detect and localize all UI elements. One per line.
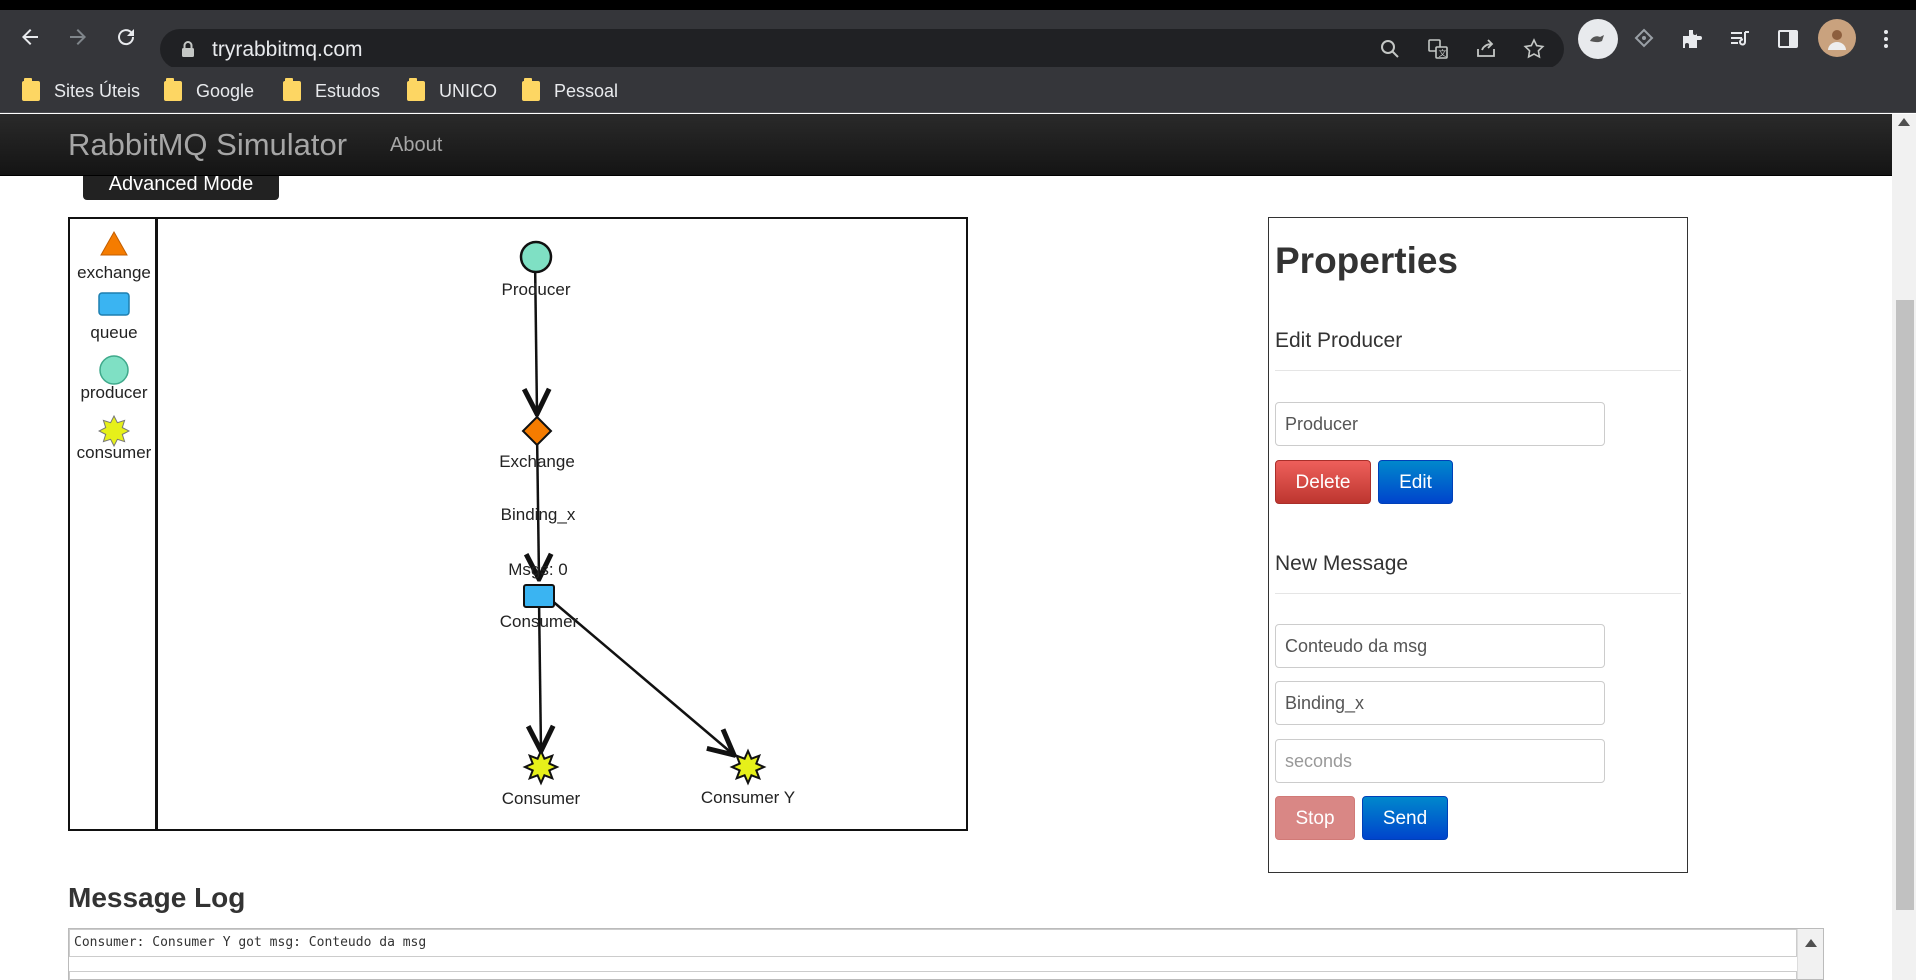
about-link[interactable]: About	[390, 134, 442, 157]
profile-icon[interactable]	[1818, 19, 1856, 57]
stop-button[interactable]: Stop	[1275, 796, 1355, 840]
share-icon[interactable]	[1474, 37, 1498, 61]
seconds-field[interactable]: seconds	[1275, 739, 1605, 783]
simulator-canvas[interactable]: exchange queue producer consumer Produce…	[68, 217, 968, 831]
log-scrollbar[interactable]	[1797, 929, 1823, 979]
properties-panel: Properties Edit Producer Producer Delete…	[1268, 217, 1688, 873]
search-icon[interactable]	[1378, 37, 1402, 61]
menu-icon[interactable]	[1868, 21, 1904, 57]
producer-name-field[interactable]: Producer	[1275, 402, 1605, 446]
message-log[interactable]: Consumer: Consumer Y got msg: Conteudo d…	[68, 928, 1824, 980]
bookmark-sites-uteis[interactable]: Sites Úteis	[22, 76, 140, 106]
producer-node-label: Producer	[502, 280, 571, 299]
back-icon[interactable]	[12, 19, 48, 55]
scroll-up-arrow-icon[interactable]	[1898, 118, 1910, 126]
exchange-node[interactable]	[521, 415, 553, 447]
svg-text:文: 文	[1439, 48, 1447, 58]
new-message-heading: New Message	[1275, 552, 1409, 575]
consumer-node-label: Consumer	[502, 789, 581, 808]
queue-node-label: Consumer	[500, 612, 579, 631]
exchange-node-label: Exchange	[499, 452, 575, 471]
queue-msgs-label: Msgs: 0	[508, 560, 568, 579]
translate-icon[interactable]: 文	[1426, 37, 1450, 61]
sidepanel-icon[interactable]	[1770, 21, 1806, 57]
lock-icon[interactable]	[180, 40, 196, 58]
producer-node[interactable]	[519, 240, 553, 274]
bookmark-pessoal[interactable]: Pessoal	[522, 76, 618, 106]
puzzle-icon[interactable]	[1674, 21, 1710, 57]
folder-icon	[164, 78, 182, 101]
scrollbar-thumb[interactable]	[1896, 300, 1914, 910]
address-bar[interactable]: tryrabbitmq.com 文	[160, 29, 1564, 69]
window-top-bar	[0, 0, 1916, 10]
bookmark-unico[interactable]: UNICO	[407, 76, 497, 106]
message-content-field[interactable]: Conteudo da msg	[1275, 624, 1605, 668]
edit-producer-heading: Edit Producer	[1275, 329, 1403, 352]
folder-icon	[407, 78, 425, 101]
queue-node[interactable]	[523, 584, 555, 608]
divider	[1275, 370, 1681, 371]
bookmark-estudos[interactable]: Estudos	[283, 76, 380, 106]
extension-icon[interactable]	[1578, 19, 1618, 59]
graph-area[interactable]: Producer Exchange Binding_x Msgs: 0 Cons…	[70, 219, 966, 829]
delete-button[interactable]: Delete	[1275, 460, 1371, 504]
message-log-title: Message Log	[68, 882, 246, 913]
edit-button[interactable]: Edit	[1378, 460, 1453, 504]
send-button[interactable]: Send	[1362, 796, 1448, 840]
consumer-y-node[interactable]	[729, 748, 767, 786]
bookmark-google[interactable]: Google	[164, 76, 254, 106]
url-text[interactable]: tryrabbitmq.com	[212, 38, 363, 62]
properties-title: Properties	[1275, 240, 1459, 281]
star-icon[interactable]	[1522, 37, 1546, 61]
media-icon[interactable]	[1722, 21, 1758, 57]
folder-icon	[22, 78, 40, 101]
consumer-y-node-label: Consumer Y	[701, 788, 795, 807]
navbar: RabbitMQ Simulator About	[0, 114, 1892, 176]
page-content: Advanced Mode RabbitMQ Simulator About e…	[0, 114, 1916, 980]
log-entry	[69, 971, 1797, 980]
consumer-node[interactable]	[522, 748, 560, 786]
brand-link[interactable]: RabbitMQ Simulator	[68, 127, 347, 163]
routing-key-field[interactable]: Binding_x	[1275, 681, 1605, 725]
folder-icon	[283, 78, 301, 101]
log-entry: Consumer: Consumer Y got msg: Conteudo d…	[69, 929, 1797, 957]
pin-icon[interactable]	[1626, 21, 1662, 57]
browser-toolbar: tryrabbitmq.com 文	[0, 10, 1916, 69]
divider	[1275, 593, 1681, 594]
scroll-up-arrow-icon[interactable]	[1805, 939, 1817, 947]
reload-icon[interactable]	[108, 19, 144, 55]
binding-label: Binding_x	[501, 505, 576, 524]
folder-icon	[522, 78, 540, 101]
forward-icon[interactable]	[60, 19, 96, 55]
